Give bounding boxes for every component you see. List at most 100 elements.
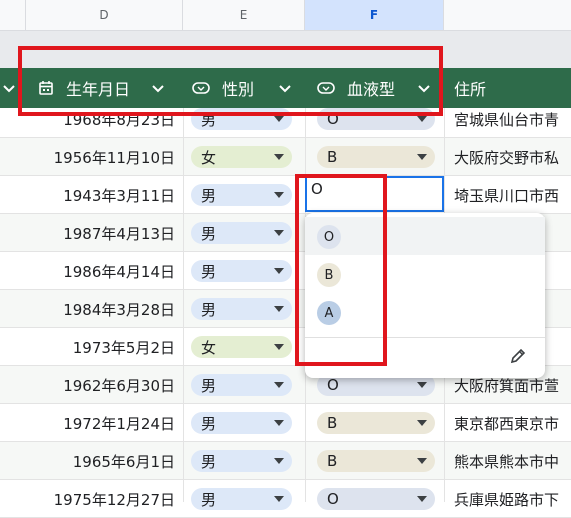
option-chip: B: [317, 263, 341, 287]
blood-type-chip[interactable]: B: [317, 412, 435, 434]
chevron-down-icon[interactable]: [274, 344, 284, 350]
chevron-down-icon[interactable]: [274, 496, 284, 502]
calendar-icon: [38, 80, 54, 96]
blood-type-value: O: [327, 376, 339, 394]
address-cell[interactable]: 宮城県仙台市青: [444, 100, 571, 138]
chevron-down-icon[interactable]: [274, 382, 284, 388]
dropdown-menu: O B A: [305, 213, 545, 378]
gender-value: 男: [201, 186, 217, 205]
birthdate-cell[interactable]: 1968年8月23日: [0, 100, 183, 138]
birthdate-cell[interactable]: 1943年3月11日: [0, 176, 183, 214]
frozen-row-strip: [0, 31, 571, 68]
blood-type-chip[interactable]: O: [317, 108, 435, 130]
gender-value: 女: [201, 338, 217, 357]
gender-chip[interactable]: 男: [191, 222, 292, 244]
gender-chip[interactable]: 男: [191, 412, 292, 434]
column-header-g[interactable]: [444, 0, 571, 31]
chevron-down-icon[interactable]: [417, 81, 431, 95]
chevron-down-icon[interactable]: [274, 154, 284, 160]
chevron-down-icon[interactable]: [274, 230, 284, 236]
birthdate-cell[interactable]: 1973年5月2日: [0, 328, 183, 366]
gender-value: 男: [201, 414, 217, 433]
gender-value: 男: [201, 452, 217, 471]
birthdate-cell[interactable]: 1984年3月28日: [0, 290, 183, 328]
column-header-f[interactable]: F: [305, 0, 444, 31]
chevron-down-icon[interactable]: [274, 458, 284, 464]
birthdate-cell[interactable]: 1987年4月13日: [0, 214, 183, 252]
birthdate-cell[interactable]: 1965年6月1日: [0, 442, 183, 480]
header-address-label: 住所: [454, 80, 487, 99]
gender-value: 女: [201, 148, 217, 167]
cell-editor-input[interactable]: O: [305, 176, 444, 212]
gender-chip[interactable]: 男: [191, 184, 292, 206]
dropdown-chip-icon: [192, 82, 210, 94]
chevron-down-icon[interactable]: [417, 496, 427, 502]
blood-type-value: O: [327, 490, 339, 508]
table-row: 1943年3月11日男 O埼玉県川口市西: [0, 176, 571, 214]
birthdate-cell[interactable]: 1972年1月24日: [0, 404, 183, 442]
gender-chip[interactable]: 男: [191, 374, 292, 396]
birthdate-cell[interactable]: 1962年6月30日: [0, 366, 183, 404]
grid-line: [183, 108, 184, 502]
gender-value: 男: [201, 490, 217, 509]
option-chip: O: [317, 225, 341, 249]
column-header-c[interactable]: [0, 0, 26, 31]
table-row: 1965年6月1日男 B 熊本県熊本市中: [0, 442, 571, 480]
gender-value: 男: [201, 110, 217, 129]
birthdate-cell[interactable]: 1975年12月27日: [0, 480, 183, 518]
chevron-down-icon[interactable]: [2, 81, 16, 95]
blood-type-value: O: [327, 110, 339, 128]
gender-chip[interactable]: 女: [191, 336, 292, 358]
chevron-down-icon[interactable]: [274, 116, 284, 122]
gender-value: 男: [201, 262, 217, 281]
address-cell[interactable]: 兵庫県姫路市下: [444, 480, 571, 518]
address-cell[interactable]: 熊本県熊本市中: [444, 442, 571, 480]
chevron-down-icon[interactable]: [278, 81, 292, 95]
chevron-down-icon[interactable]: [417, 154, 427, 160]
address-cell[interactable]: 大阪府交野市私: [444, 138, 571, 176]
dropdown-chip-icon: [317, 82, 335, 94]
birthdate-cell[interactable]: 1986年4月14日: [0, 252, 183, 290]
gender-chip[interactable]: 女: [191, 146, 292, 168]
dropdown-option-o[interactable]: O: [305, 217, 545, 255]
column-header-d[interactable]: D: [26, 0, 183, 31]
chevron-down-icon[interactable]: [151, 81, 165, 95]
blood-type-value: B: [327, 414, 338, 432]
gender-chip[interactable]: 男: [191, 450, 292, 472]
blood-type-chip[interactable]: O: [317, 488, 435, 510]
blood-type-value: B: [327, 148, 338, 166]
header-birthdate-label: 生年月日: [66, 80, 131, 99]
chevron-down-icon[interactable]: [274, 420, 284, 426]
chevron-down-icon[interactable]: [274, 192, 284, 198]
header-gender-label: 性別: [222, 80, 255, 99]
gender-chip[interactable]: 男: [191, 488, 292, 510]
blood-type-chip[interactable]: B: [317, 450, 435, 472]
option-chip: A: [317, 301, 341, 325]
chevron-down-icon[interactable]: [417, 458, 427, 464]
dropdown-option-a[interactable]: A: [305, 293, 545, 331]
chevron-down-icon[interactable]: [417, 382, 427, 388]
gender-chip[interactable]: 男: [191, 298, 292, 320]
pencil-icon[interactable]: [509, 347, 527, 369]
gender-value: 男: [201, 376, 217, 395]
gender-value: 男: [201, 224, 217, 243]
blood-type-value: B: [327, 452, 338, 470]
table-row: 1956年11月10日女 B 大阪府交野市私: [0, 138, 571, 176]
column-header-e[interactable]: E: [183, 0, 305, 31]
blood-type-chip[interactable]: B: [317, 146, 435, 168]
address-cell[interactable]: 埼玉県川口市西: [444, 176, 571, 214]
dropdown-option-b[interactable]: B: [305, 255, 545, 293]
chevron-down-icon[interactable]: [417, 116, 427, 122]
table-row: 1975年12月27日男 O 兵庫県姫路市下: [0, 480, 571, 518]
chevron-down-icon[interactable]: [274, 306, 284, 312]
chevron-down-icon[interactable]: [417, 420, 427, 426]
table-row: 1972年1月24日男 B 東京都西東京市: [0, 404, 571, 442]
header-blood-type-label: 血液型: [347, 80, 396, 99]
chevron-down-icon[interactable]: [274, 268, 284, 274]
birthdate-cell[interactable]: 1956年11月10日: [0, 138, 183, 176]
gender-chip[interactable]: 男: [191, 108, 292, 130]
gender-chip[interactable]: 男: [191, 260, 292, 282]
gender-value: 男: [201, 300, 217, 319]
address-cell[interactable]: 東京都西東京市: [444, 404, 571, 442]
table-row: 1968年8月23日男 O 宮城県仙台市青: [0, 100, 571, 138]
